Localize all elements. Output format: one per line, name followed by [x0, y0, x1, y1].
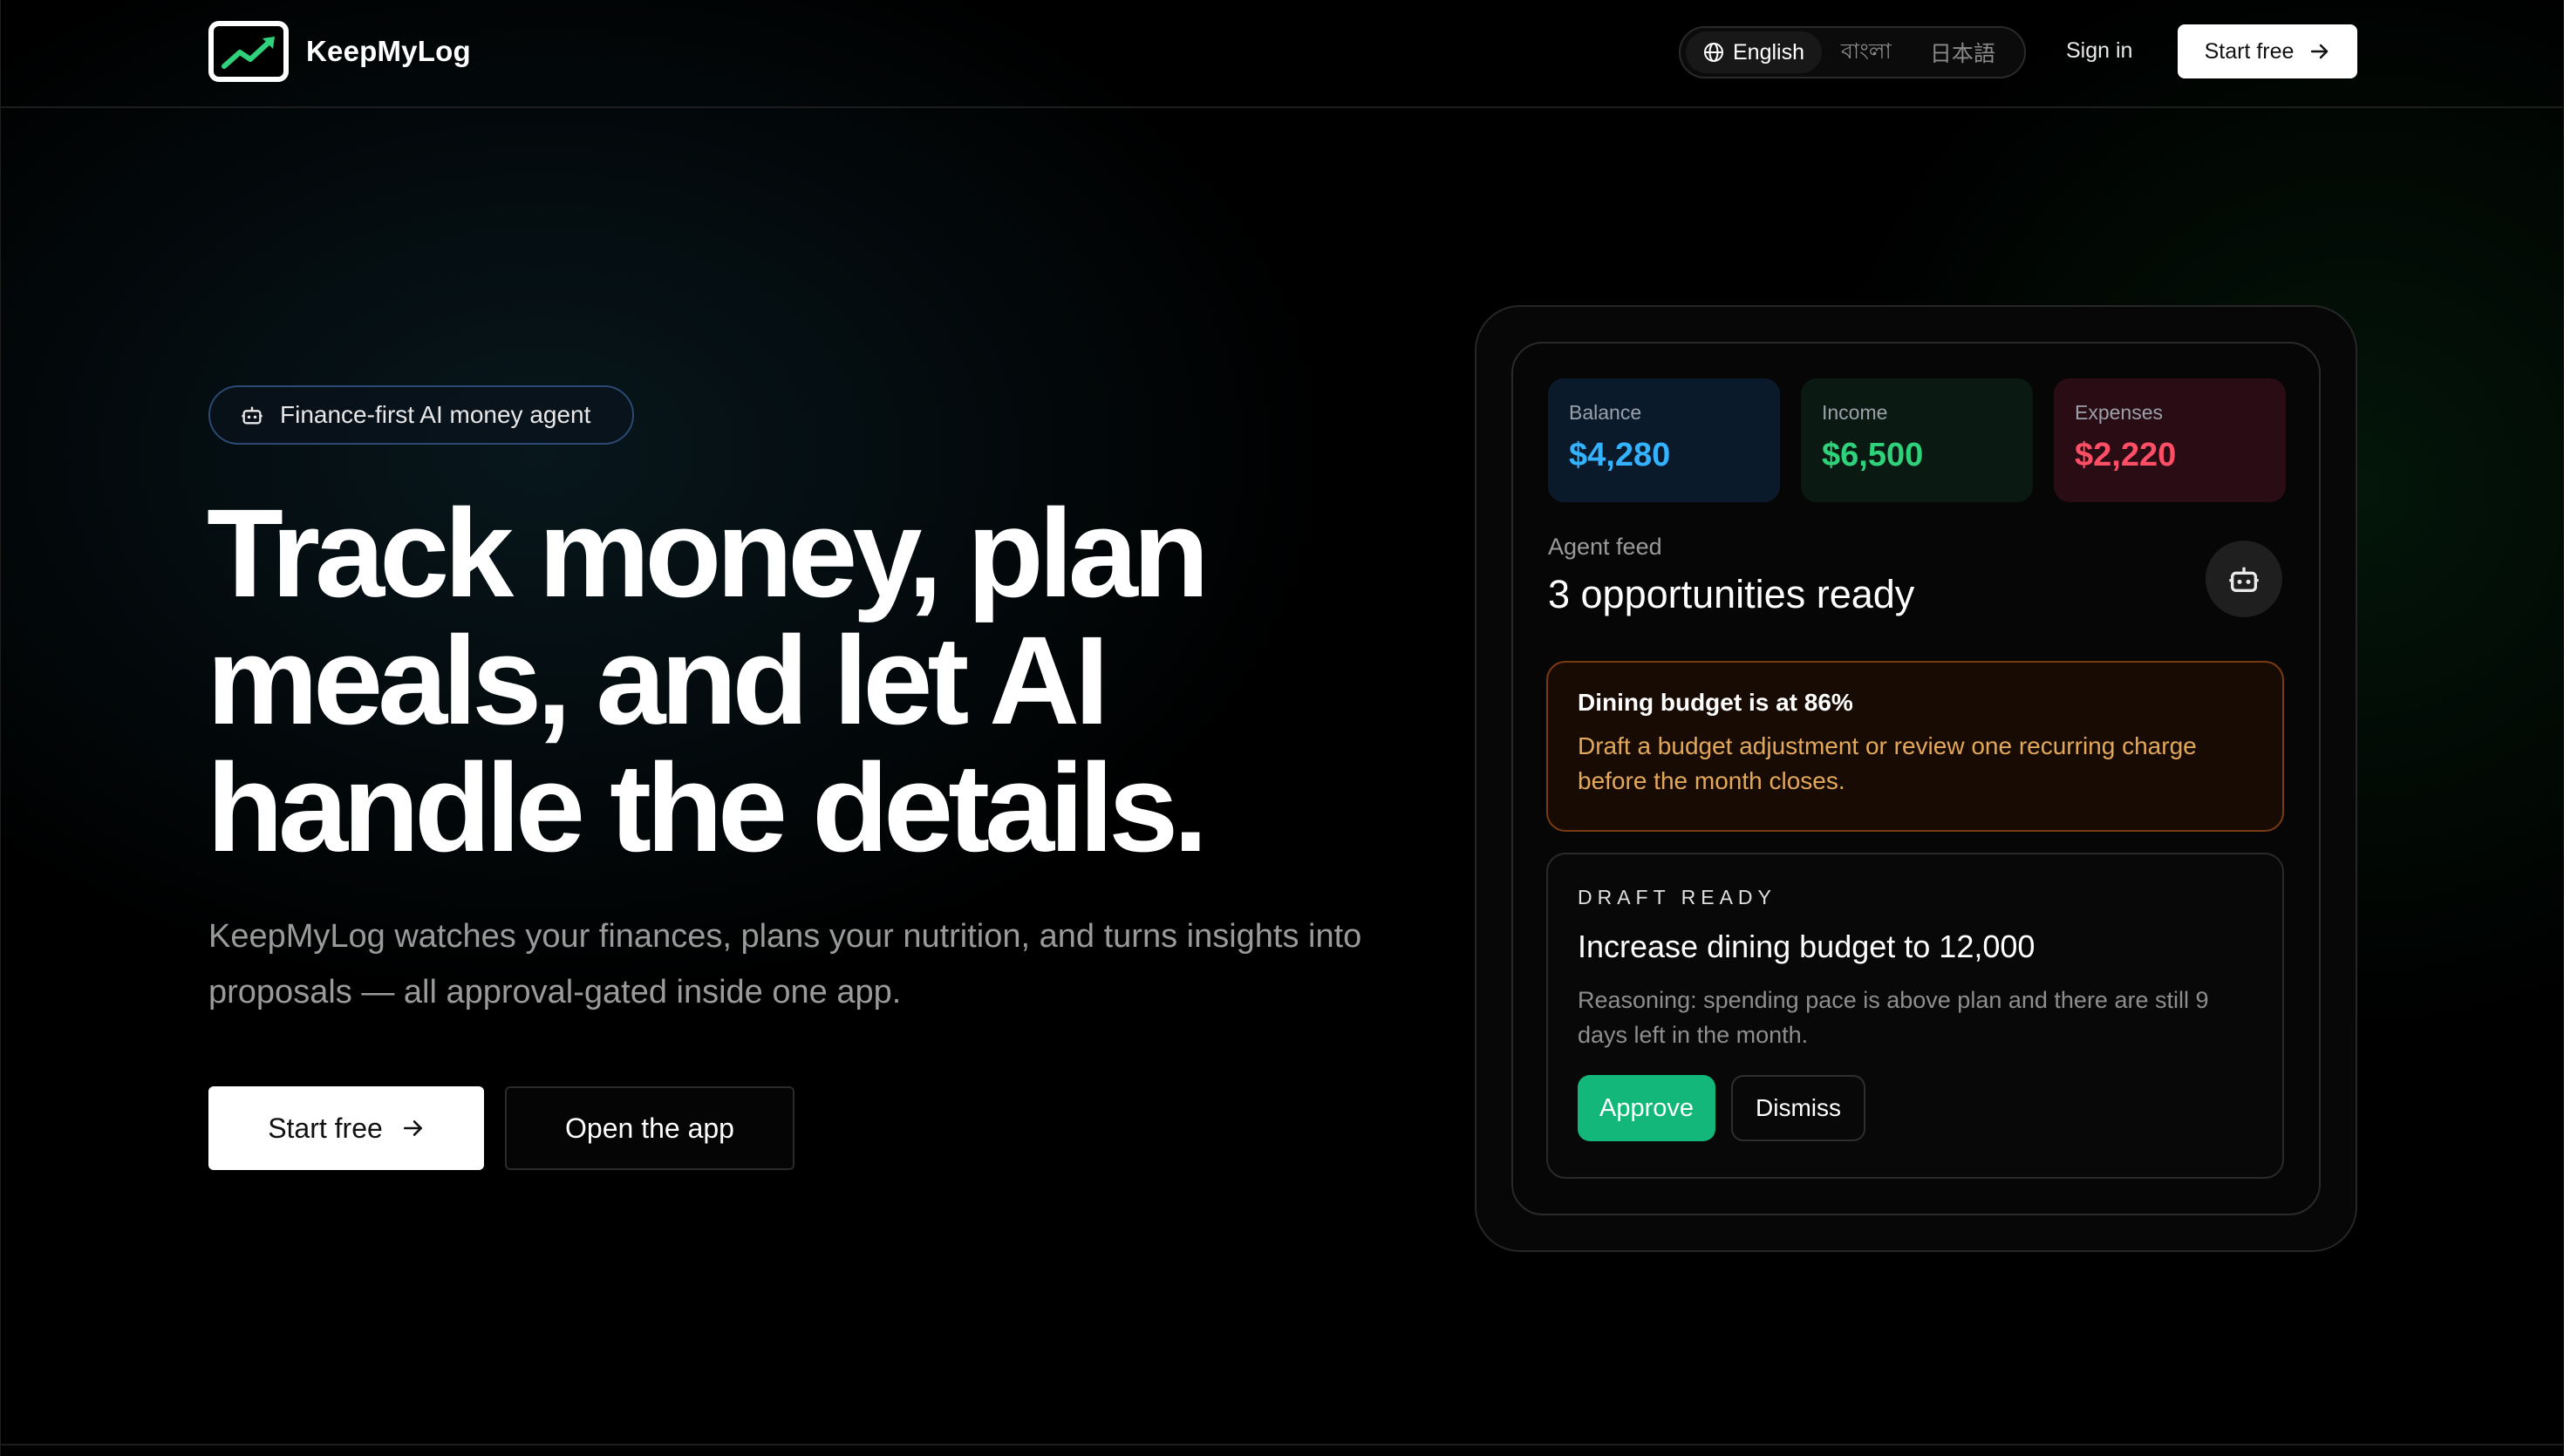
dismiss-button[interactable]: Dismiss — [1731, 1075, 1865, 1141]
arrow-right-icon — [2311, 44, 2329, 59]
chart-trend-icon — [208, 21, 289, 82]
globe-icon — [1704, 43, 1723, 62]
hero-badge-text: Finance-first AI money agent — [280, 401, 591, 428]
expenses-stat: Expenses $2,220 — [2054, 378, 2286, 502]
language-option-bangla[interactable]: বাংলা — [1822, 31, 1911, 73]
start-free-label: Start free — [268, 1112, 383, 1144]
top-nav: KeepMyLog English বাংলা 日本語 Sign in Star… — [1, 0, 2563, 108]
agent-feed-title: 3 opportunities ready — [1548, 572, 1915, 616]
stat-value: $6,500 — [1822, 437, 1924, 473]
robot-icon — [2229, 567, 2259, 592]
open-app-button[interactable]: Open the app — [505, 1086, 794, 1170]
robot-icon — [242, 406, 263, 425]
draft-reasoning: Reasoning: spending pace is above plan a… — [1578, 987, 2209, 1048]
draft-proposal-card: DRAFT READY Increase dining budget to 12… — [1546, 853, 2284, 1179]
hero-subtitle: KeepMyLog watches your finances, plans y… — [208, 918, 1362, 1010]
arrow-right-icon — [403, 1120, 422, 1136]
language-option-japanese[interactable]: 日本語 — [1911, 31, 2015, 73]
agent-button[interactable] — [2206, 541, 2282, 617]
alert-title: Dining budget is at 86% — [1578, 689, 1853, 716]
headline-line: handle the details. — [207, 738, 1208, 878]
draft-actions: Approve Dismiss — [1578, 1075, 2253, 1141]
agent-feed-label: Agent feed — [1548, 534, 1662, 560]
hero-headline: Track money, plan meals, and let AI hand… — [207, 490, 1428, 872]
language-switcher: English বাংলা 日本語 — [1679, 26, 2026, 78]
brand-name: KeepMyLog — [306, 35, 471, 67]
income-stat: Income $6,500 — [1801, 378, 2033, 502]
sign-in-link[interactable]: Sign in — [2066, 38, 2132, 64]
landing-page: KeepMyLog English বাংলা 日本語 Sign in Star… — [0, 0, 2564, 1456]
stat-value: $2,220 — [2075, 437, 2177, 473]
balance-stat: Balance $4,280 — [1548, 378, 1780, 502]
language-option-english[interactable]: English — [1686, 31, 1822, 73]
hero-badge: Finance-first AI money agent — [208, 385, 634, 445]
headline-line: Track money, plan — [207, 483, 1210, 623]
budget-alert-card[interactable]: Dining budget is at 86% Draft a budget a… — [1546, 661, 2284, 832]
nav-start-free-button[interactable]: Start free — [2178, 24, 2357, 78]
stat-label: Income — [1822, 401, 1888, 424]
page-divider — [1, 1444, 2563, 1446]
headline-line: meals, and let AI — [207, 610, 1109, 751]
alert-body: Draft a budget adjustment or review one … — [1578, 732, 2197, 794]
nav-start-free-label: Start free — [2204, 38, 2295, 64]
start-free-button[interactable]: Start free — [208, 1086, 484, 1170]
approve-button[interactable]: Approve — [1578, 1075, 1715, 1141]
language-label: English — [1733, 39, 1804, 65]
stat-label: Balance — [1569, 401, 1642, 424]
draft-title: Increase dining budget to 12,000 — [1578, 929, 2036, 964]
stat-value: $4,280 — [1569, 437, 1671, 473]
stat-label: Expenses — [2075, 401, 2164, 424]
brand-logo[interactable]: KeepMyLog — [208, 21, 471, 82]
draft-kicker: DRAFT READY — [1578, 886, 1776, 908]
